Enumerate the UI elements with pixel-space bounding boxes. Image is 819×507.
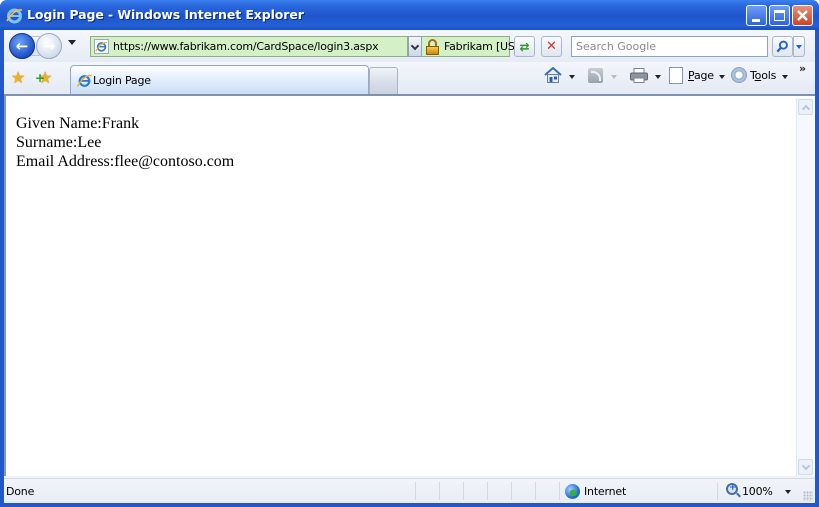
globe-icon — [565, 484, 580, 499]
refresh-icon: ⇄ — [519, 39, 530, 54]
status-bar: Done Internet + 100% — [4, 478, 815, 503]
navigation-bar: ← → https://www.fabrikam.com/CardSpace/l… — [4, 30, 815, 62]
back-arrow-icon: ← — [15, 37, 29, 55]
page-menu-button[interactable]: Page — [688, 69, 714, 82]
chevron-up-icon — [801, 104, 811, 114]
tab-label: Login Page — [93, 74, 151, 87]
page-menu-icon — [669, 67, 683, 84]
status-divider — [511, 482, 512, 500]
tools-dropdown[interactable] — [782, 75, 788, 79]
forward-arrow-icon: → — [42, 37, 56, 55]
security-report-button[interactable]: Fabrikam [US] — [422, 36, 519, 57]
stop-icon: ✕ — [546, 39, 557, 54]
surname-line: Surname:Lee — [16, 134, 102, 151]
back-button[interactable]: ← — [9, 33, 35, 59]
ie-logo-icon — [6, 8, 23, 24]
address-dropdown-button[interactable] — [408, 36, 422, 57]
print-icon[interactable] — [630, 68, 648, 83]
more-commands-chevron-icon[interactable]: » — [799, 62, 806, 75]
chevron-down-icon — [796, 45, 802, 49]
new-tab-button[interactable] — [369, 67, 398, 94]
ie-logo-icon — [77, 74, 92, 87]
page-body: Given Name:Frank Surname:Lee Email Addre… — [16, 114, 234, 171]
minimize-icon — [752, 19, 760, 22]
search-button[interactable] — [772, 36, 793, 57]
forward-button[interactable]: → — [36, 33, 62, 59]
scroll-down-button[interactable] — [798, 459, 813, 475]
window-title: Login Page - Windows Internet Explorer — [27, 7, 304, 22]
title-bar[interactable]: Login Page - Windows Internet Explorer — [0, 0, 819, 30]
maximize-icon — [774, 10, 785, 21]
rss-feed-icon — [588, 68, 603, 83]
close-icon — [797, 10, 808, 21]
lock-icon — [426, 39, 439, 55]
feeds-dropdown — [611, 75, 617, 79]
browser-client: ← → https://www.fabrikam.com/CardSpace/l… — [4, 30, 815, 503]
search-options-dropdown[interactable] — [793, 36, 805, 57]
gear-icon — [731, 67, 747, 83]
add-to-favorites-button[interactable]: ★ + — [35, 68, 52, 87]
given-name-line: Given Name:Frank — [16, 115, 140, 132]
chevron-down-icon — [410, 41, 420, 51]
refresh-button[interactable]: ⇄ — [514, 36, 535, 57]
maximize-button[interactable] — [769, 5, 790, 26]
search-input[interactable] — [572, 37, 767, 56]
browser-window: Login Page - Windows Internet Explorer ←… — [0, 0, 819, 507]
address-url[interactable]: https://www.fabrikam.com/CardSpace/login… — [113, 40, 379, 53]
status-divider — [463, 482, 464, 500]
chevron-down-icon — [801, 461, 811, 471]
security-report-label: Fabrikam [US] — [444, 40, 519, 53]
stop-button[interactable]: ✕ — [541, 36, 562, 57]
home-icon[interactable] — [544, 67, 562, 83]
email-address-line: Email Address:flee@contoso.com — [16, 153, 235, 170]
plus-icon: + — [35, 71, 46, 85]
status-divider — [415, 482, 416, 500]
status-divider — [559, 482, 560, 500]
recent-pages-dropdown[interactable] — [68, 40, 76, 45]
tab-login-page[interactable]: Login Page — [70, 65, 369, 95]
status-text: Done — [6, 485, 35, 498]
minimize-button[interactable] — [746, 5, 767, 26]
status-divider — [439, 482, 440, 500]
close-button[interactable] — [792, 5, 813, 26]
search-box[interactable] — [571, 36, 768, 57]
status-divider — [535, 482, 536, 500]
favorites-center-icon[interactable]: ★ — [11, 68, 25, 87]
scroll-up-button[interactable] — [798, 99, 813, 115]
page-ie-icon — [94, 39, 109, 54]
zoom-level-button[interactable]: 100% — [742, 485, 773, 498]
tools-menu-button[interactable]: Tools — [750, 69, 776, 82]
home-dropdown[interactable] — [569, 75, 575, 79]
security-zone[interactable]: Internet — [584, 485, 626, 498]
print-dropdown[interactable] — [655, 75, 661, 79]
page-content: Given Name:Frank Surname:Lee Email Addre… — [4, 94, 815, 476]
status-divider — [487, 482, 488, 500]
zoom-icon: + — [726, 483, 738, 495]
address-bar[interactable]: https://www.fabrikam.com/CardSpace/login… — [90, 36, 408, 57]
vertical-scrollbar[interactable] — [796, 98, 813, 476]
search-icon — [776, 40, 788, 53]
status-divider — [717, 482, 718, 500]
zoom-dropdown[interactable] — [785, 490, 791, 494]
resize-grip[interactable] — [803, 491, 813, 501]
page-dropdown[interactable] — [719, 75, 725, 79]
